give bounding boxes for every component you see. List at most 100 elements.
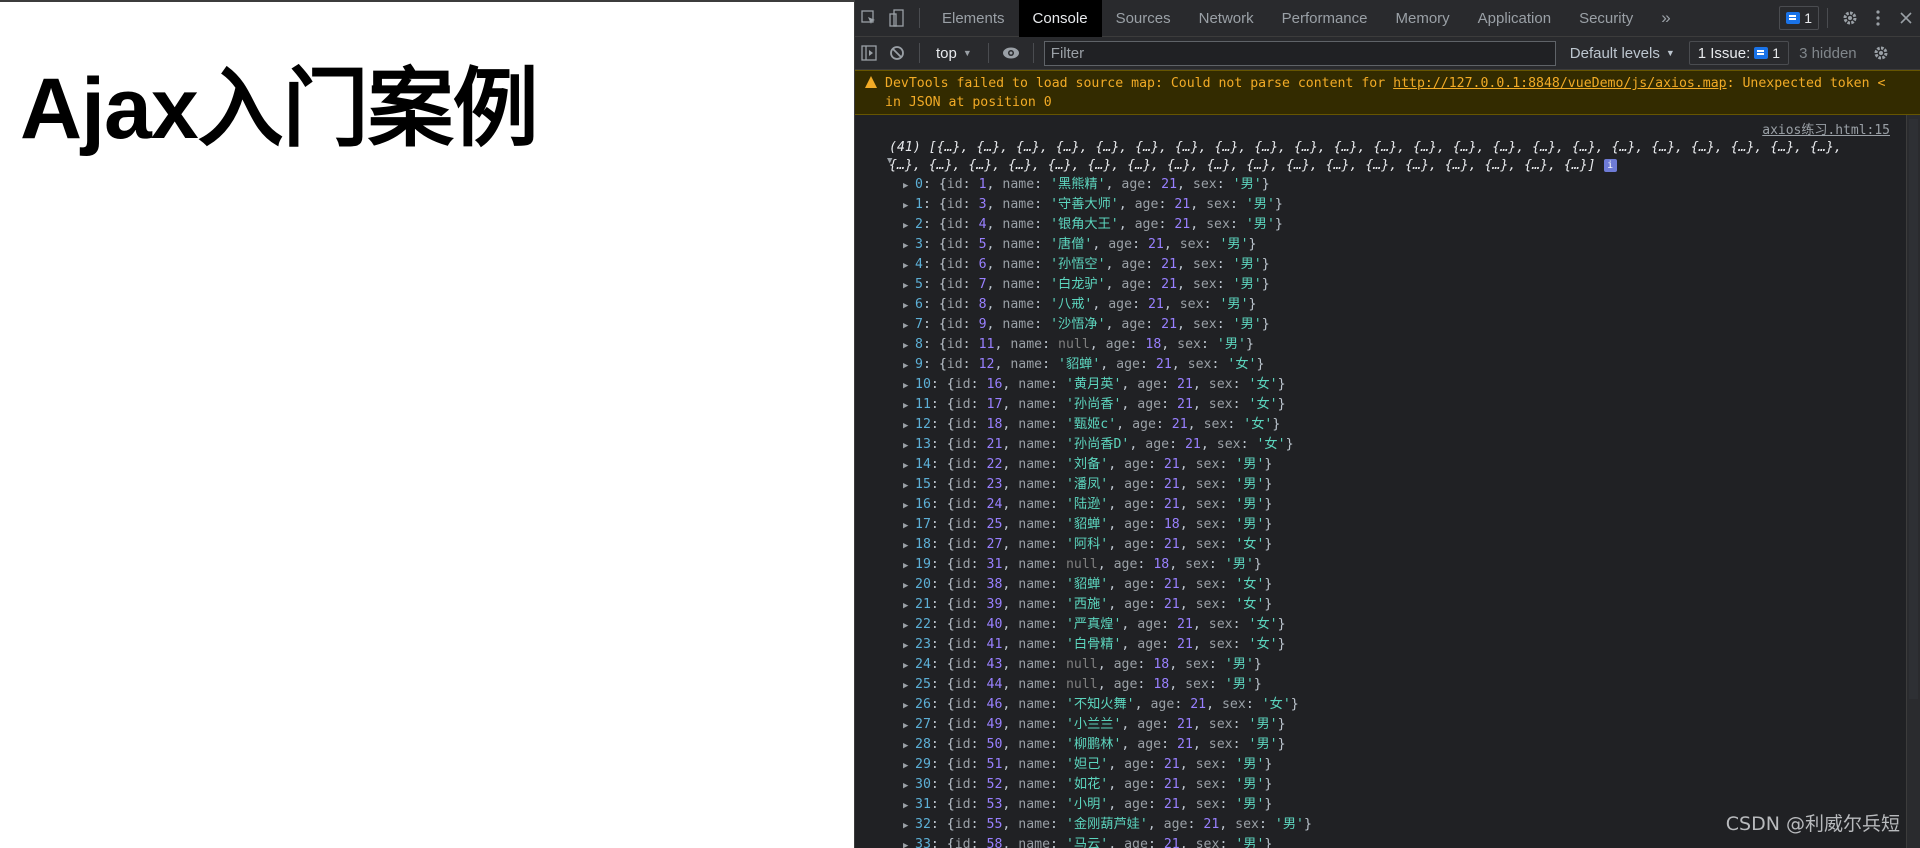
warning-link[interactable]: http://127.0.0.1:8848/vueDemo/js/axios.m… xyxy=(1393,76,1726,91)
tab-memory[interactable]: Memory xyxy=(1382,0,1464,37)
filter-input[interactable]: Filter xyxy=(1043,40,1556,66)
expand-triangle-icon[interactable]: ▶ xyxy=(903,696,912,716)
array-item-row[interactable]: ▶ 5: {id: 7, name: '白龙驴', age: 21, sex: '… xyxy=(903,275,1920,295)
expand-triangle-icon[interactable]: ▶ xyxy=(903,636,912,656)
array-item-row[interactable]: ▶ 1: {id: 3, name: '守善大师', age: 21, sex: … xyxy=(903,195,1920,215)
more-tabs-button[interactable]: » xyxy=(1647,8,1684,28)
console-settings-gear-icon[interactable] xyxy=(1867,37,1895,70)
expand-triangle-icon[interactable]: ▶ xyxy=(903,836,912,848)
array-item-row[interactable]: ▶ 29: {id: 51, name: '妲己', age: 21, sex: … xyxy=(903,755,1920,775)
tab-application[interactable]: Application xyxy=(1464,0,1565,37)
array-item-row[interactable]: ▶ 28: {id: 50, name: '柳鹏林', age: 21, sex:… xyxy=(903,735,1920,755)
show-sidebar-icon[interactable] xyxy=(855,37,883,70)
array-item-row[interactable]: ▶ 21: {id: 39, name: '西施', age: 21, sex: … xyxy=(903,595,1920,615)
device-toolbar-icon[interactable] xyxy=(883,0,911,37)
logged-array[interactable]: ▼ (41) [{…}, {…}, {…}, {…}, {…}, {…}, {…… xyxy=(855,119,1920,175)
array-item-row[interactable]: ▶ 13: {id: 21, name: '孙尚香D', age: 21, sex… xyxy=(903,435,1920,455)
tab-security[interactable]: Security xyxy=(1565,0,1647,37)
expand-triangle-icon[interactable]: ▶ xyxy=(903,296,912,316)
array-item-row[interactable]: ▶ 3: {id: 5, name: '唐僧', age: 21, sex: '男… xyxy=(903,235,1920,255)
expand-triangle-icon[interactable]: ▶ xyxy=(903,616,912,636)
expand-triangle-icon[interactable]: ▶ xyxy=(903,276,912,296)
array-item-row[interactable]: ▶ 22: {id: 40, name: '严真煌', age: 21, sex:… xyxy=(903,615,1920,635)
info-icon[interactable]: i xyxy=(1603,158,1617,172)
expand-triangle-icon[interactable]: ▶ xyxy=(903,236,912,256)
array-item-row[interactable]: ▶ 10: {id: 16, name: '黄月英', age: 21, sex:… xyxy=(903,375,1920,395)
tab-elements[interactable]: Elements xyxy=(928,0,1019,37)
array-item-row[interactable]: ▶ 4: {id: 6, name: '孙悟空', age: 21, sex: '… xyxy=(903,255,1920,275)
array-item-row[interactable]: ▶ 17: {id: 25, name: '貂蝉', age: 18, sex: … xyxy=(903,515,1920,535)
inspect-element-icon[interactable] xyxy=(855,0,883,37)
tab-performance[interactable]: Performance xyxy=(1268,0,1382,37)
scrollbar-thumb[interactable] xyxy=(1909,119,1918,699)
messages-badge-button[interactable]: 1 xyxy=(1779,6,1819,30)
array-item-row[interactable]: ▶ 23: {id: 41, name: '白骨精', age: 21, sex:… xyxy=(903,635,1920,655)
sex-value: '男' xyxy=(1235,517,1265,532)
expand-triangle-icon[interactable]: ▶ xyxy=(903,676,912,696)
expand-triangle-icon[interactable]: ▶ xyxy=(903,256,912,276)
array-item-row[interactable]: ▶ 15: {id: 23, name: '潘凤', age: 21, sex: … xyxy=(903,475,1920,495)
array-item-row[interactable]: ▶ 9: {id: 12, name: '貂蝉', age: 21, sex: '… xyxy=(903,355,1920,375)
expand-triangle-icon[interactable]: ▶ xyxy=(903,496,912,516)
array-item-row[interactable]: ▶ 33: {id: 58, name: '马云', age: 21, sex: … xyxy=(903,835,1920,848)
array-item-row[interactable]: ▶ 7: {id: 9, name: '沙悟净', age: 21, sex: '… xyxy=(903,315,1920,335)
live-expression-eye-icon[interactable] xyxy=(997,37,1025,70)
expand-triangle-icon[interactable]: ▶ xyxy=(903,476,912,496)
array-item-row[interactable]: ▶ 19: {id: 31, name: null, age: 18, sex: … xyxy=(903,555,1920,575)
expand-triangle-icon[interactable]: ▶ xyxy=(903,716,912,736)
array-item-row[interactable]: ▶ 25: {id: 44, name: null, age: 18, sex: … xyxy=(903,675,1920,695)
expand-triangle-icon[interactable]: ▶ xyxy=(903,396,912,416)
array-item-row[interactable]: ▶ 26: {id: 46, name: '不知火舞', age: 21, sex… xyxy=(903,695,1920,715)
more-options-icon[interactable] xyxy=(1864,0,1892,37)
array-item-row[interactable]: ▶ 8: {id: 11, name: null, age: 18, sex: '… xyxy=(903,335,1920,355)
tab-label: Console xyxy=(1032,9,1088,27)
expand-triangle-icon[interactable]: ▶ xyxy=(903,516,912,536)
issues-button[interactable]: 1 Issue: 1 xyxy=(1688,41,1790,65)
expand-triangle-icon[interactable]: ▶ xyxy=(903,376,912,396)
sex-value: '男' xyxy=(1245,197,1275,212)
settings-gear-icon[interactable] xyxy=(1836,0,1864,37)
expand-triangle-icon[interactable]: ▶ xyxy=(903,416,912,436)
array-item-row[interactable]: ▶ 11: {id: 17, name: '孙尚香', age: 21, sex:… xyxy=(903,395,1920,415)
expand-triangle-icon[interactable]: ▶ xyxy=(903,596,912,616)
expand-triangle-icon[interactable]: ▶ xyxy=(903,536,912,556)
expand-triangle-icon[interactable]: ▶ xyxy=(903,776,912,796)
context-selector[interactable]: top ▼ xyxy=(928,45,980,62)
expand-triangle-icon[interactable]: ▶ xyxy=(903,736,912,756)
array-item-row[interactable]: ▶ 16: {id: 24, name: '陆逊', age: 21, sex: … xyxy=(903,495,1920,515)
console-scrollbar[interactable] xyxy=(1906,115,1920,848)
array-item-row[interactable]: ▶ 6: {id: 8, name: '八戒', age: 21, sex: '男… xyxy=(903,295,1920,315)
array-item-row[interactable]: ▶ 12: {id: 18, name: '甄姬c', age: 21, sex:… xyxy=(903,415,1920,435)
expand-triangle-icon[interactable]: ▶ xyxy=(903,656,912,676)
expand-triangle-icon[interactable]: ▶ xyxy=(903,456,912,476)
expand-triangle-icon[interactable]: ▶ xyxy=(903,576,912,596)
tab-console[interactable]: Console xyxy=(1018,0,1102,37)
tab-sources[interactable]: Sources xyxy=(1102,0,1185,37)
expand-triangle-icon[interactable]: ▶ xyxy=(903,196,912,216)
array-item-row[interactable]: ▶ 27: {id: 49, name: '小兰兰', age: 21, sex:… xyxy=(903,715,1920,735)
array-item-row[interactable]: ▶ 20: {id: 38, name: '貂蝉', age: 21, sex: … xyxy=(903,575,1920,595)
expand-triangle-icon[interactable]: ▶ xyxy=(903,336,912,356)
log-levels-dropdown[interactable]: Default levels ▼ xyxy=(1556,45,1689,62)
sex-value: '男' xyxy=(1219,237,1249,252)
array-item-row[interactable]: ▶ 18: {id: 27, name: '阿科', age: 21, sex: … xyxy=(903,535,1920,555)
collapse-triangle-icon[interactable]: ▼ xyxy=(887,152,892,170)
expand-triangle-icon[interactable]: ▶ xyxy=(903,756,912,776)
expand-triangle-icon[interactable]: ▶ xyxy=(903,216,912,236)
expand-triangle-icon[interactable]: ▶ xyxy=(903,816,912,836)
tab-network[interactable]: Network xyxy=(1185,0,1268,37)
expand-triangle-icon[interactable]: ▶ xyxy=(903,436,912,456)
expand-triangle-icon[interactable]: ▶ xyxy=(903,316,912,336)
array-item-row[interactable]: ▶ 0: {id: 1, name: '黑熊精', age: 21, sex: '… xyxy=(903,175,1920,195)
expand-triangle-icon[interactable]: ▶ xyxy=(903,176,912,196)
array-item-row[interactable]: ▶ 30: {id: 52, name: '如花', age: 21, sex: … xyxy=(903,775,1920,795)
array-item-row[interactable]: ▶ 24: {id: 43, name: null, age: 18, sex: … xyxy=(903,655,1920,675)
close-icon[interactable] xyxy=(1892,0,1920,37)
name-value: '唐僧' xyxy=(1050,237,1093,252)
array-item-row[interactable]: ▶ 2: {id: 4, name: '银角大王', age: 21, sex: … xyxy=(903,215,1920,235)
expand-triangle-icon[interactable]: ▶ xyxy=(903,796,912,816)
expand-triangle-icon[interactable]: ▶ xyxy=(903,556,912,576)
array-item-row[interactable]: ▶ 14: {id: 22, name: '刘备', age: 21, sex: … xyxy=(903,455,1920,475)
expand-triangle-icon[interactable]: ▶ xyxy=(903,356,912,376)
clear-console-icon[interactable] xyxy=(883,37,911,70)
